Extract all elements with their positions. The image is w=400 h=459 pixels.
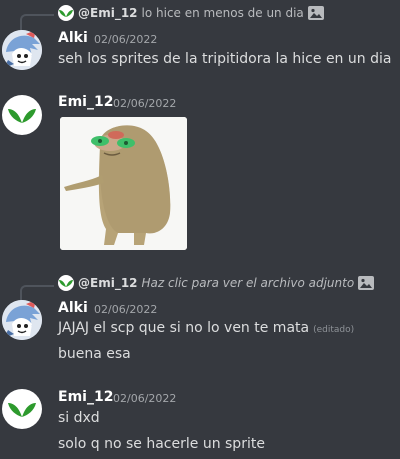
timestamp: 02/06/2022 [94, 33, 158, 46]
avatar-alki[interactable] [2, 30, 42, 70]
message-text: JAJAJ el scp que si no lo ven te mata (ed… [58, 320, 354, 336]
reply-preview[interactable]: @Emi_12 Haz clic para ver el archivo adj… [58, 274, 375, 292]
reply-author[interactable]: @Emi_12 [78, 6, 138, 20]
avatar-emi-12[interactable] [2, 95, 42, 135]
timestamp: 02/06/2022 [113, 392, 177, 405]
message-text: solo q no se hacerle un sprite [58, 436, 265, 452]
username-emi-12[interactable]: Emi_12 [58, 94, 113, 110]
timestamp: 02/06/2022 [113, 97, 177, 110]
image-icon [307, 6, 324, 20]
reply-text[interactable]: lo hice en menos de un dia [142, 6, 304, 20]
edited-label: (editado) [313, 325, 355, 335]
image-icon [358, 276, 375, 290]
username-emi-12[interactable]: Emi_12 [58, 389, 113, 405]
timestamp: 02/06/2022 [94, 303, 158, 316]
message-body: JAJAJ el scp que si no lo ven te mata [58, 320, 310, 336]
leaf-logo-icon [8, 403, 36, 417]
reply-avatar [58, 5, 74, 21]
avatar-alki[interactable] [2, 300, 42, 340]
reply-text[interactable]: Haz clic para ver el archivo adjunto [142, 276, 355, 290]
message-text: buena esa [58, 346, 131, 362]
username-alki[interactable]: Alki [58, 300, 88, 316]
reply-preview[interactable]: @Emi_12 lo hice en menos de un dia [58, 4, 324, 22]
reply-avatar [58, 275, 74, 291]
message-text: si dxd [58, 410, 100, 426]
leaf-logo-icon [59, 280, 73, 287]
message-text: seh los sprites de la tripitidora la hic… [58, 51, 392, 67]
username-alki[interactable]: Alki [58, 30, 88, 46]
leaf-logo-icon [59, 10, 73, 17]
image-attachment[interactable] [60, 117, 187, 250]
avatar-emi-12[interactable] [2, 389, 42, 429]
leaf-logo-icon [8, 109, 36, 123]
reply-connector [20, 285, 54, 301]
reply-author[interactable]: @Emi_12 [78, 276, 138, 290]
reply-connector [20, 14, 54, 30]
